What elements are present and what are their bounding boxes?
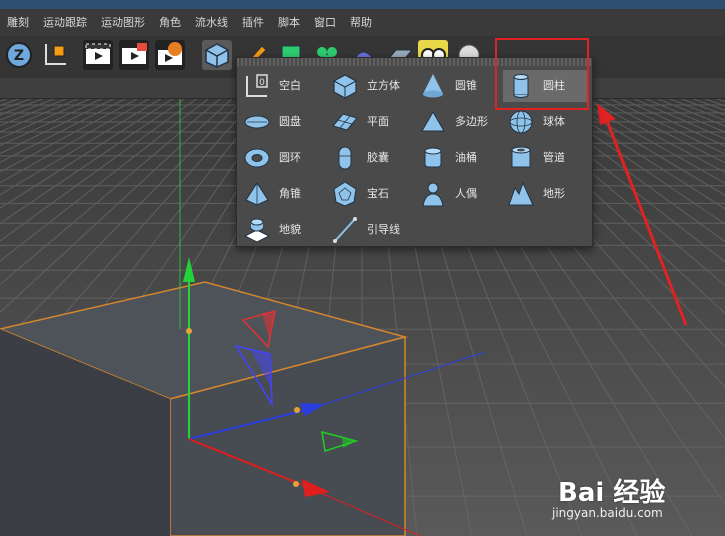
menu-item-label: 圆盘 (279, 115, 301, 128)
svg-text:Z: Z (14, 48, 24, 64)
plane-icon (332, 113, 358, 131)
landscape-icon (508, 181, 534, 206)
torus-icon (244, 148, 270, 168)
cube-icon (333, 74, 357, 99)
menu-item-label: 管道 (543, 151, 565, 164)
menu-item-label: 引导线 (367, 223, 400, 236)
baidu-watermark: Bai 经验 jingyan.baidu.com (550, 470, 725, 536)
red-highlight-box (495, 38, 589, 110)
menu-item-label: 地貌 (279, 223, 301, 236)
menu-item-label: 多边形 (455, 115, 488, 128)
guide-icon (333, 217, 357, 243)
menu-item-landscape[interactable]: 地形 (503, 178, 589, 210)
render-view-icon[interactable] (83, 40, 113, 70)
menu-item-tube[interactable]: 管道 (503, 142, 589, 174)
menu-item-figure[interactable]: 人偶 (415, 178, 501, 210)
menu-item-label: 角锥 (279, 187, 301, 200)
menu-bar: 雕刻 运动跟踪 运动图形 角色 流水线 插件 脚本 窗口 帮助 (0, 9, 725, 36)
menu-window[interactable]: 窗口 (307, 9, 343, 36)
watermark-brand: Bai 经验 (558, 478, 666, 508)
menu-item-label: 圆环 (279, 151, 301, 164)
menu-item-label: 地形 (543, 187, 565, 200)
menu-item-label: 胶囊 (367, 151, 389, 164)
menu-motion-tracking[interactable]: 运动跟踪 (36, 9, 94, 36)
coordinate-icon[interactable] (40, 40, 70, 70)
menu-item-label: 圆锥 (455, 79, 477, 92)
watermark-url: jingyan.baidu.com (552, 506, 663, 520)
sphere-icon (509, 110, 533, 134)
disc-icon (244, 115, 270, 129)
menu-item-label: 空白 (279, 79, 301, 92)
menu-item-relief[interactable]: 地貌 (239, 214, 325, 246)
cone-icon (423, 74, 443, 98)
menu-item-label: 球体 (543, 115, 565, 128)
menu-item-label: 宝石 (367, 187, 389, 200)
menu-item-polygon[interactable]: 多边形 (415, 106, 501, 138)
cube-icon[interactable] (202, 40, 232, 70)
menu-item-pyramid[interactable]: 角锥 (239, 178, 325, 210)
menu-item-label: 人偶 (455, 187, 477, 200)
menu-item-cube[interactable]: 立方体 (327, 70, 413, 102)
menu-item-label: 平面 (367, 115, 389, 128)
z-axis-icon[interactable]: Z (4, 40, 34, 70)
menu-help[interactable]: 帮助 (343, 9, 379, 36)
menu-item-guide[interactable]: 引导线 (327, 214, 413, 246)
platonic-icon (333, 181, 357, 207)
render-settings-icon[interactable] (155, 40, 185, 70)
figure-icon (422, 182, 444, 207)
menu-item-label: 油桶 (455, 151, 477, 164)
null-icon: 0 (246, 74, 268, 97)
menu-item-disc[interactable]: 圆盘 (239, 106, 325, 138)
menu-item-plane[interactable]: 平面 (327, 106, 413, 138)
menu-item-torus[interactable]: 圆环 (239, 142, 325, 174)
svg-text:0: 0 (259, 78, 265, 88)
menu-sculpt[interactable]: 雕刻 (0, 9, 36, 36)
menu-mograph[interactable]: 运动图形 (94, 9, 152, 36)
pyramid-icon (245, 182, 269, 206)
cube-object[interactable] (0, 281, 408, 536)
render-picture-viewer-icon[interactable] (119, 40, 149, 70)
menu-plugins[interactable]: 插件 (235, 9, 271, 36)
window-title-bar (0, 0, 725, 9)
menu-item-cone[interactable]: 圆锥 (415, 70, 501, 102)
menu-item-platonic[interactable]: 宝石 (327, 178, 413, 210)
menu-script[interactable]: 脚本 (271, 9, 307, 36)
polygon-icon (421, 111, 445, 132)
tube-icon (511, 146, 531, 168)
relief-icon (243, 218, 271, 243)
oil-tank-icon (424, 147, 442, 168)
menu-character[interactable]: 角色 (152, 9, 188, 36)
menu-item-oil-tank[interactable]: 油桶 (415, 142, 501, 174)
menu-item-sphere[interactable]: 球体 (503, 106, 589, 138)
menu-pipeline[interactable]: 流水线 (188, 9, 235, 36)
menu-item-null[interactable]: 0 空白 (239, 70, 325, 102)
menu-item-capsule[interactable]: 胶囊 (327, 142, 413, 174)
capsule-icon (338, 146, 352, 170)
menu-item-label: 立方体 (367, 79, 400, 92)
